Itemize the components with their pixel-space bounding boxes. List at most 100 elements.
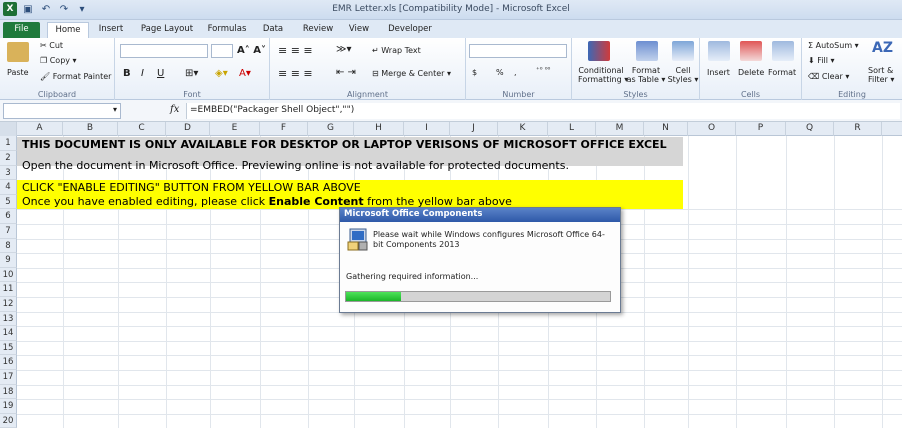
bold-button[interactable]: B [123, 68, 131, 79]
row-header[interactable]: 14 [0, 326, 17, 341]
column-header[interactable]: B [63, 122, 118, 136]
row-header[interactable]: 12 [0, 297, 17, 312]
column-header[interactable]: M [596, 122, 644, 136]
indent-icon[interactable]: ⇤ ⇥ [336, 67, 356, 78]
row-header[interactable]: 17 [0, 370, 17, 385]
column-header[interactable]: G [308, 122, 354, 136]
row-header[interactable]: 2 [0, 151, 17, 166]
decimal-icon[interactable]: ⁺⁰ ⁰⁰ [536, 66, 550, 74]
column-header[interactable]: D [166, 122, 210, 136]
cell-a4[interactable]: CLICK "ENABLE EDITING" BUTTON FROM YELLO… [17, 180, 683, 195]
cell-a2[interactable]: Open the document in Microsoft Office. P… [17, 151, 683, 173]
row-header[interactable]: 15 [0, 341, 17, 355]
row-header[interactable]: 5 [0, 195, 17, 209]
orientation-icon[interactable]: ≫▾ [336, 44, 352, 55]
row-header[interactable]: 13 [0, 312, 17, 326]
row-header[interactable]: 10 [0, 268, 17, 282]
borders-icon[interactable]: ⊞▾ [185, 68, 198, 79]
column-header[interactable]: J [450, 122, 498, 136]
name-box-dropdown-icon[interactable]: ▾ [113, 105, 117, 114]
column-header[interactable]: R [834, 122, 882, 136]
conditional-formatting-icon[interactable] [588, 41, 610, 61]
formula-input[interactable]: =EMBED("Packager Shell Object","") [186, 103, 900, 119]
row-header[interactable]: 11 [0, 282, 17, 297]
row-header[interactable]: 8 [0, 239, 17, 253]
column-header[interactable]: A [17, 122, 63, 136]
tab-review[interactable]: Review [298, 22, 338, 38]
fx-icon[interactable]: fx [170, 104, 179, 115]
comma-button[interactable]: , [514, 68, 517, 77]
wrap-text-button[interactable]: ↵ Wrap Text [372, 46, 421, 55]
align-top-icon[interactable]: ≡ ≡ ≡ [278, 44, 313, 57]
tab-developer[interactable]: Developer [384, 22, 436, 38]
row-header[interactable]: 20 [0, 414, 17, 428]
column-header[interactable]: E [210, 122, 260, 136]
tab-insert[interactable]: Insert [93, 22, 129, 38]
column-header[interactable]: Q [786, 122, 834, 136]
delete-cells-icon[interactable] [740, 41, 762, 61]
format-painter-button[interactable]: 🖌 Format Painter [40, 72, 111, 81]
tab-view[interactable]: View [344, 22, 374, 38]
clipboard-group: Paste ✂ Cut ❐ Copy ▾ 🖌 Format Painter Cl… [0, 38, 115, 100]
column-header[interactable]: P [736, 122, 786, 136]
column-header[interactable]: I [404, 122, 450, 136]
row-header[interactable]: 6 [0, 209, 17, 224]
column-header[interactable]: F [260, 122, 308, 136]
column-header[interactable]: N [644, 122, 688, 136]
column-header[interactable]: O [688, 122, 736, 136]
column-header[interactable]: H [354, 122, 404, 136]
name-box[interactable]: ▾ [3, 103, 121, 119]
tab-home[interactable]: Home [47, 22, 89, 38]
ribbon: Paste ✂ Cut ❐ Copy ▾ 🖌 Format Painter Cl… [0, 38, 902, 100]
row-header[interactable]: 3 [0, 166, 17, 180]
format-button[interactable]: Format [768, 68, 796, 77]
tab-formulas[interactable]: Formulas [204, 22, 250, 38]
number-format-dropdown[interactable] [469, 44, 567, 58]
format-as-table-button[interactable]: Format as Table ▾ [626, 66, 666, 84]
copy-button[interactable]: ❐ Copy ▾ [40, 56, 77, 65]
paste-icon[interactable] [7, 42, 29, 62]
underline-button[interactable]: U [157, 68, 164, 79]
row-header[interactable]: 18 [0, 385, 17, 399]
row-header[interactable]: 16 [0, 355, 17, 370]
delete-button[interactable]: Delete [738, 68, 764, 77]
tab-page-layout[interactable]: Page Layout [136, 22, 198, 38]
grow-font-icon[interactable]: A˄ A˅ [237, 45, 266, 56]
font-color-icon[interactable]: A▾ [239, 68, 251, 79]
cell-styles-button[interactable]: Cell Styles ▾ [666, 66, 700, 84]
insert-cells-icon[interactable] [708, 41, 730, 61]
sort-filter-icon[interactable]: AZ [872, 40, 893, 56]
currency-button[interactable]: $ [472, 68, 477, 77]
fill-button[interactable]: ⬇ Fill ▾ [808, 56, 835, 65]
column-header[interactable]: K [498, 122, 548, 136]
tab-file[interactable]: File [3, 22, 40, 38]
row-header[interactable]: 9 [0, 253, 17, 268]
tab-data[interactable]: Data [258, 22, 288, 38]
cut-button[interactable]: ✂ Cut [40, 41, 63, 50]
italic-button[interactable]: I [141, 68, 144, 79]
row-header[interactable]: 7 [0, 224, 17, 239]
insert-button[interactable]: Insert [707, 68, 730, 77]
font-size-dropdown[interactable] [211, 44, 233, 58]
sort-filter-button[interactable]: Sort & Filter ▾ [868, 66, 894, 84]
cell-styles-icon[interactable] [672, 41, 694, 61]
fill-color-icon[interactable]: ◈▾ [215, 68, 228, 79]
conditional-formatting-button[interactable]: Conditional Formatting ▾ [578, 66, 628, 84]
clear-button[interactable]: ⌫ Clear ▾ [808, 72, 849, 81]
format-table-icon[interactable] [636, 41, 658, 61]
row-header[interactable]: 19 [0, 399, 17, 414]
select-all-corner[interactable] [0, 122, 17, 136]
autosum-button[interactable]: Σ AutoSum ▾ [808, 41, 859, 50]
align-left-icon[interactable]: ≡ ≡ ≡ [278, 67, 313, 80]
progress-bar [345, 291, 611, 302]
merge-center-button[interactable]: ⊟ Merge & Center ▾ [372, 69, 451, 78]
row-header[interactable]: 4 [0, 180, 17, 195]
row-header[interactable]: 1 [0, 136, 17, 151]
column-header[interactable]: C [118, 122, 166, 136]
format-cells-icon[interactable] [772, 41, 794, 61]
percent-button[interactable]: % [496, 68, 504, 77]
column-header[interactable]: L [548, 122, 596, 136]
cell-a1[interactable]: THIS DOCUMENT IS ONLY AVAILABLE FOR DESK… [17, 137, 683, 152]
font-name-dropdown[interactable] [120, 44, 208, 58]
paste-button[interactable]: Paste [7, 68, 29, 77]
